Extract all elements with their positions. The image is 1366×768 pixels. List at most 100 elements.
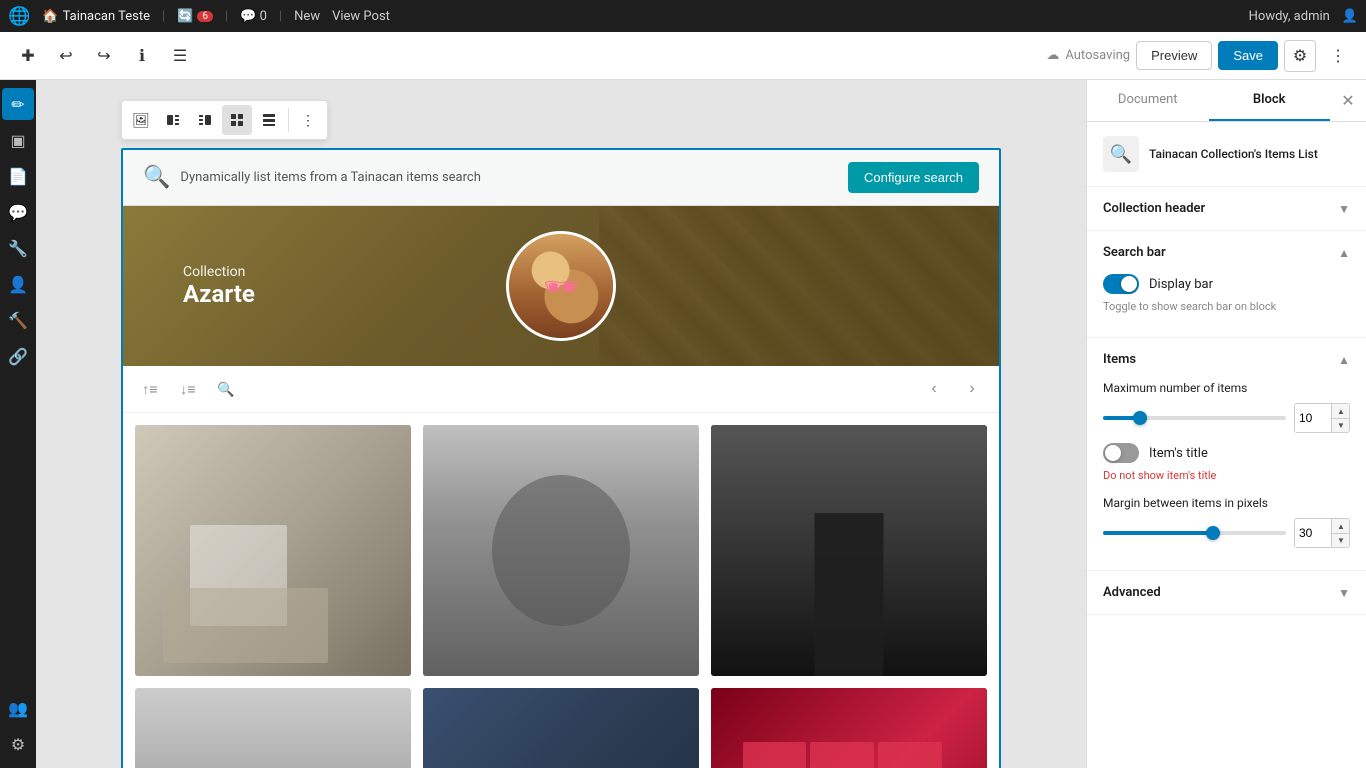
items-grid xyxy=(123,413,999,768)
sidebar-item-pages[interactable]: 📄 xyxy=(2,160,34,192)
configure-search-button[interactable]: Configure search xyxy=(848,162,979,193)
block-tool-list-right[interactable] xyxy=(190,105,220,135)
search-bar-toggle[interactable]: Search bar ▲ xyxy=(1087,231,1366,274)
sidebar-item-comments[interactable]: 💬 xyxy=(2,196,34,228)
search-bar-body: Display bar Toggle to show search bar on… xyxy=(1087,274,1366,337)
block-tool-list-left[interactable] xyxy=(158,105,188,135)
more-options-button[interactable]: ⋮ xyxy=(1322,40,1354,72)
items-section-chevron-icon: ▲ xyxy=(1338,353,1350,367)
collection-label: Collection xyxy=(183,264,255,280)
sidebar-close-button[interactable]: ✕ xyxy=(1330,80,1366,121)
toggle-knob xyxy=(1121,276,1137,292)
margin-input[interactable]: 30 xyxy=(1295,519,1331,547)
view-post-link[interactable]: View Post xyxy=(332,9,390,24)
items-section-toggle[interactable]: Items ▲ xyxy=(1087,338,1366,381)
margin-slider-thumb[interactable] xyxy=(1206,526,1220,540)
sort-desc-button[interactable]: ↓≡ xyxy=(173,374,203,404)
items-section-title: Items xyxy=(1103,352,1136,367)
block-info-header: 🔍 Tainacan Collection's Items List xyxy=(1087,122,1366,187)
tools-button[interactable]: ☰ xyxy=(164,40,196,72)
max-items-slider-row: 10 ▲ ▼ xyxy=(1103,403,1350,433)
block-tool-grid[interactable] xyxy=(222,105,252,135)
sidebar-item-users[interactable]: 👤 xyxy=(2,268,34,300)
info-button[interactable]: ℹ xyxy=(126,40,158,72)
block-toolbar: 🖼 ⋮ xyxy=(121,100,328,140)
collection-header-chevron-icon: ▼ xyxy=(1338,202,1350,216)
tab-document[interactable]: Document xyxy=(1087,80,1209,121)
items-section: Items ▲ Maximum number of items 10 ▲ ▼ xyxy=(1087,338,1366,571)
prev-page-button[interactable]: ‹ xyxy=(919,374,949,404)
sidebar-item-links[interactable]: 🔗 xyxy=(2,340,34,372)
search-bar-title: Search bar xyxy=(1103,245,1166,260)
banner-crowd-image xyxy=(599,206,999,366)
search-bar-chevron-icon: ▲ xyxy=(1338,246,1350,260)
margin-increment[interactable]: ▲ xyxy=(1332,519,1350,533)
max-items-increment[interactable]: ▲ xyxy=(1332,404,1350,418)
admin-bar: 🌐 🏠 Tainacan Teste | 🔄 6 | 💬 0 | New Vie… xyxy=(0,0,1366,32)
collection-info: Collection Azarte xyxy=(183,264,255,308)
advanced-section-title: Advanced xyxy=(1103,585,1161,600)
grid-item xyxy=(423,688,699,768)
block-tool-list-detail[interactable] xyxy=(254,105,284,135)
comments-count[interactable]: 💬 0 xyxy=(240,9,267,24)
next-page-button[interactable]: › xyxy=(957,374,987,404)
save-button[interactable]: Save xyxy=(1218,41,1278,70)
main-layout: ✏ ▣ 📄 💬 🔧 👤 🔨 🔗 👥 ⚙ 🖼 xyxy=(0,80,1366,768)
updates-count[interactable]: 🔄 6 xyxy=(177,9,213,24)
max-items-label: Maximum number of items xyxy=(1103,381,1350,395)
margin-slider-row: 30 ▲ ▼ xyxy=(1103,518,1350,548)
display-bar-toggle[interactable] xyxy=(1103,274,1139,294)
items-title-row: Item's title xyxy=(1103,443,1350,463)
display-bar-row: Display bar xyxy=(1103,274,1350,294)
editor-area: 🖼 ⋮ xyxy=(36,80,1086,768)
settings-button[interactable]: ⚙ xyxy=(1284,40,1316,72)
block-tool-more[interactable]: ⋮ xyxy=(293,105,323,135)
undo-button[interactable]: ↩ xyxy=(50,40,82,72)
sidebar-item-groups[interactable]: 👥 xyxy=(2,692,34,724)
sidebar-tabs: Document Block ✕ xyxy=(1087,80,1366,122)
collection-name: Azarte xyxy=(183,280,255,308)
max-items-decrement[interactable]: ▼ xyxy=(1332,418,1350,432)
grid-item xyxy=(135,425,411,676)
display-bar-label: Display bar xyxy=(1149,277,1213,292)
tab-block[interactable]: Block xyxy=(1209,80,1331,121)
max-items-slider[interactable] xyxy=(1103,416,1286,420)
sidebar-item-tools[interactable]: 🔨 xyxy=(2,304,34,336)
advanced-section-toggle[interactable]: Advanced ▼ xyxy=(1087,571,1366,614)
items-section-body: Maximum number of items 10 ▲ ▼ xyxy=(1087,381,1366,570)
max-items-input[interactable]: 10 xyxy=(1295,404,1331,432)
new-link[interactable]: New xyxy=(294,9,320,24)
collection-avatar: 🕶 xyxy=(506,231,616,341)
sort-asc-button[interactable]: ↑≡ xyxy=(135,374,165,404)
search-notice-text: Dynamically list items from a Tainacan i… xyxy=(180,170,480,185)
item-controls-bar: ↑≡ ↓≡ 🔍 ‹ › xyxy=(123,366,999,413)
cloud-icon: ☁ xyxy=(1046,48,1059,63)
sidebar-item-tainacan1[interactable]: 🔧 xyxy=(2,232,34,264)
collection-header-section: Collection header ▼ xyxy=(1087,187,1366,231)
sidebar-item-settings[interactable]: ⚙ xyxy=(2,728,34,760)
margin-slider[interactable] xyxy=(1103,531,1286,535)
home-icon: 🏠 xyxy=(42,9,58,24)
search-items-button[interactable]: 🔍 xyxy=(211,374,241,404)
toggle-knob xyxy=(1105,445,1121,461)
sidebar-item-patterns[interactable]: ▣ xyxy=(2,124,34,156)
block-type-icon: 🔍 xyxy=(1103,136,1139,172)
collection-header-toggle[interactable]: Collection header ▼ xyxy=(1087,187,1366,230)
sidebar-item-edit[interactable]: ✏ xyxy=(2,88,34,120)
redo-button[interactable]: ↪ xyxy=(88,40,120,72)
block-tool-image[interactable]: 🖼 xyxy=(126,105,156,135)
items-title-toggle[interactable] xyxy=(1103,443,1139,463)
block-type-label: Tainacan Collection's Items List xyxy=(1149,147,1318,161)
collection-search-icon: 🔍 xyxy=(143,165,170,190)
max-items-slider-thumb[interactable] xyxy=(1133,411,1147,425)
display-bar-hint: Toggle to show search bar on block xyxy=(1103,300,1350,313)
howdy-text: Howdy, admin xyxy=(1249,9,1330,24)
preview-button[interactable]: Preview xyxy=(1136,41,1212,70)
margin-decrement[interactable]: ▼ xyxy=(1332,533,1350,547)
avatar-icon: 👤 xyxy=(1342,9,1358,24)
add-block-button[interactable]: ✚ xyxy=(12,40,44,72)
editor-toolbar: ✚ ↩ ↪ ℹ ☰ ☁ Autosaving Preview Save ⚙ ⋮ xyxy=(0,32,1366,80)
margin-input-wrap: 30 ▲ ▼ xyxy=(1294,518,1350,548)
collection-header-title: Collection header xyxy=(1103,201,1205,216)
margin-slider-fill xyxy=(1103,531,1213,535)
